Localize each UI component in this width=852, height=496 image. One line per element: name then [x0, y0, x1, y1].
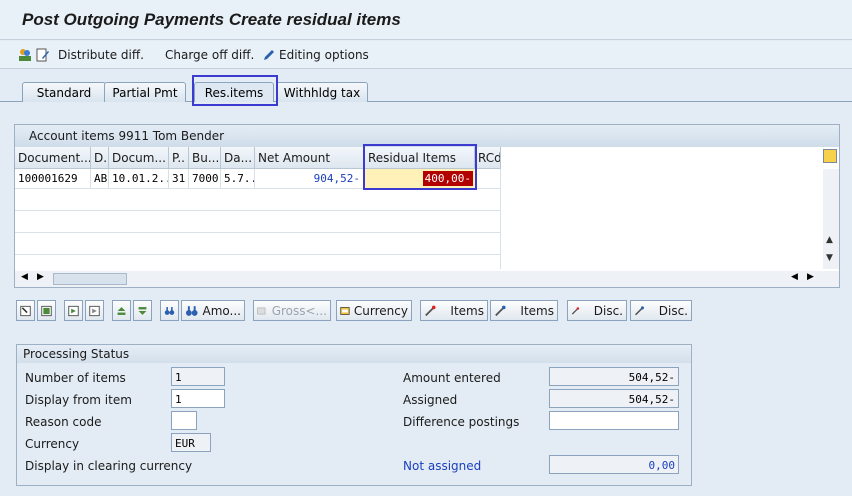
- display-from-field[interactable]: 1: [171, 389, 225, 408]
- items-button-2[interactable]: Items: [490, 300, 558, 321]
- column-header-business-area[interactable]: Bu...: [189, 147, 221, 169]
- binoculars-icon: [164, 306, 175, 315]
- vertical-scrollbar[interactable]: ▲ ▼: [823, 169, 839, 269]
- title-bar: Post Outgoing Payments Create residual i…: [0, 0, 852, 40]
- reason-code-label: Reason code: [25, 415, 102, 429]
- wand-icon: [634, 305, 644, 315]
- number-items-field: 1: [171, 367, 225, 386]
- deselect-all-icon: [41, 305, 52, 316]
- wand-icon: [425, 305, 436, 316]
- tab-highlight-frame: [192, 75, 278, 106]
- scroll-up-icon[interactable]: ▲: [826, 235, 833, 245]
- discount-button-1[interactable]: Disc.: [567, 300, 627, 321]
- amount-search-button[interactable]: Amo...: [181, 300, 245, 321]
- scroll-down-icon[interactable]: ▼: [826, 253, 833, 263]
- window-title: Post Outgoing Payments Create residual i…: [22, 10, 401, 29]
- sort-down-icon: [138, 306, 147, 315]
- column-header-days[interactable]: Da...: [221, 147, 255, 169]
- reason-code-field[interactable]: [171, 411, 197, 430]
- column-header-d[interactable]: D..: [91, 147, 109, 169]
- column-header-net-amount[interactable]: Net Amount: [255, 147, 365, 169]
- scroll-right-icon[interactable]: ▶: [37, 272, 44, 282]
- processing-status-panel: Processing Status Number of items 1 Disp…: [16, 344, 692, 486]
- scroll-thumb[interactable]: [53, 273, 127, 285]
- panel-title: Processing Status: [17, 345, 691, 363]
- items-button-1[interactable]: Items: [420, 300, 488, 321]
- display-from-label: Display from item: [25, 393, 132, 407]
- editing-options-button[interactable]: Editing options: [262, 46, 369, 64]
- scroll-left-end-icon[interactable]: ◀: [791, 272, 798, 282]
- select-all-icon: [20, 305, 31, 316]
- people-icon: [19, 49, 31, 61]
- assigned-label: Assigned: [403, 393, 458, 407]
- find-button[interactable]: [160, 300, 179, 321]
- wand-icon: [495, 305, 506, 316]
- application-toolbar: Distribute diff. Charge off diff. Editin…: [0, 41, 852, 69]
- layout-grid-icon[interactable]: [823, 149, 837, 163]
- amount-entered-field: 504,52-: [549, 367, 679, 386]
- scroll-right-end-icon[interactable]: ▶: [807, 272, 814, 282]
- amount-entered-label: Amount entered: [403, 371, 501, 385]
- activate-items-button[interactable]: [64, 300, 83, 321]
- sort-ascending-button[interactable]: [112, 300, 131, 321]
- residual-highlight-frame: [363, 144, 477, 190]
- horizontal-scrollbar[interactable]: ◀ ▶ ◀ ▶: [15, 271, 839, 287]
- currency-icon: [340, 306, 350, 315]
- deselect-all-button[interactable]: [37, 300, 56, 321]
- pencil-icon: [264, 50, 274, 60]
- currency-field: EUR: [171, 433, 211, 452]
- column-header-document[interactable]: Document...: [15, 147, 91, 169]
- not-assigned-field: 0,00: [549, 455, 679, 474]
- deactivate-icon: [89, 305, 100, 316]
- deactivate-items-button[interactable]: [85, 300, 104, 321]
- discount-button-2[interactable]: Disc.: [630, 300, 692, 321]
- column-header-doc-date[interactable]: Docum...: [109, 147, 169, 169]
- currency-label: Currency: [25, 437, 80, 451]
- sort-up-icon: [117, 306, 126, 315]
- scroll-left-icon[interactable]: ◀: [21, 272, 28, 282]
- not-assigned-label: Not assigned: [403, 459, 482, 473]
- charge-off-diff-button[interactable]: Charge off diff.: [165, 46, 254, 64]
- binoculars-icon: [185, 305, 198, 316]
- column-header-rcd[interactable]: RCd: [475, 147, 501, 169]
- edit-doc-icon: [36, 48, 49, 62]
- difference-postings-label: Difference postings: [403, 415, 520, 429]
- select-all-button[interactable]: [16, 300, 35, 321]
- gross-net-button[interactable]: Gross<...: [253, 300, 331, 321]
- tab-standard[interactable]: Standard: [22, 82, 106, 102]
- number-items-label: Number of items: [25, 371, 126, 385]
- tab-strip: Standard Partial Pmt Res.items Withhldg …: [0, 70, 852, 102]
- difference-postings-field[interactable]: [549, 411, 679, 430]
- tab-withholding-tax[interactable]: Withhldg tax: [276, 82, 368, 102]
- wand-icon: [571, 306, 580, 315]
- clearing-currency-label[interactable]: Display in clearing currency: [25, 459, 192, 473]
- assigned-field: 504,52-: [549, 389, 679, 408]
- gross-icon: [257, 307, 266, 314]
- activate-icon: [68, 305, 79, 316]
- sort-descending-button[interactable]: [133, 300, 152, 321]
- currency-button[interactable]: Currency: [336, 300, 412, 321]
- tab-partial-pmt[interactable]: Partial Pmt: [104, 82, 186, 102]
- column-header-p[interactable]: P..: [169, 147, 189, 169]
- distribute-diff-button[interactable]: Distribute diff.: [18, 46, 144, 64]
